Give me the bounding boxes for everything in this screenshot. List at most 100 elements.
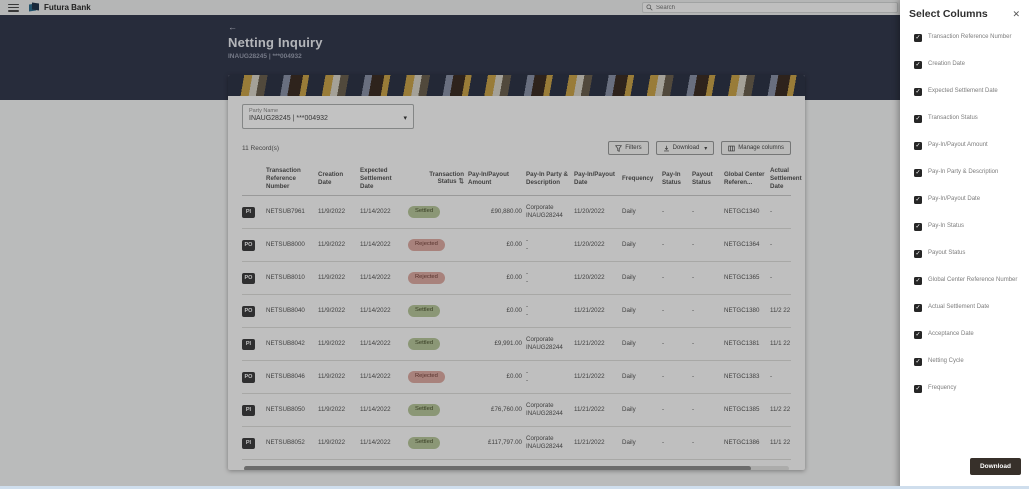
page-title: Netting Inquiry bbox=[228, 35, 323, 50]
amount-cell: £90,880.00 bbox=[468, 208, 522, 216]
back-arrow-icon[interactable]: ← bbox=[228, 22, 323, 32]
payin-status-cell: - bbox=[662, 241, 688, 249]
chevron-down-icon: ▾ bbox=[704, 145, 707, 152]
column-checkbox[interactable]: ✓ bbox=[914, 169, 922, 177]
table-header-cell: Expected Settlement Date bbox=[360, 167, 404, 190]
actual-settlement-date: 11/2 22 bbox=[770, 406, 805, 414]
download-button[interactable]: Download ▾ bbox=[656, 141, 715, 155]
table-row[interactable]: PI NETSUB8042 11/9/2022 11/14/2022 Settl… bbox=[242, 328, 791, 361]
payin-payout-date: 11/21/2022 bbox=[574, 307, 618, 315]
payout-status-cell: - bbox=[692, 241, 720, 249]
payin-payout-date: 11/20/2022 bbox=[574, 208, 618, 216]
column-checkbox-item[interactable]: ✓ Actual Settlement Date bbox=[914, 304, 1020, 312]
transaction-reference[interactable]: NETSUB8046 bbox=[266, 373, 314, 381]
menu-icon[interactable] bbox=[8, 4, 19, 12]
global-center-reference: NETGC1340 bbox=[724, 208, 766, 216]
panel-download-button[interactable]: Download bbox=[970, 458, 1021, 475]
table-row[interactable]: PI NETSUB8050 11/9/2022 11/14/2022 Settl… bbox=[242, 394, 791, 427]
filters-button[interactable]: Filters bbox=[608, 141, 648, 155]
sort-icon[interactable]: ⇅ bbox=[459, 178, 464, 185]
table-row[interactable]: PI NETSUB7961 11/9/2022 11/14/2022 Settl… bbox=[242, 196, 791, 229]
table-header-cell: Transaction Status⇅ bbox=[408, 171, 464, 187]
party-name-cell: Corporate bbox=[526, 204, 570, 212]
column-checkbox[interactable]: ✓ bbox=[914, 331, 922, 339]
column-checkbox-item[interactable]: ✓ Acceptance Date bbox=[914, 331, 1020, 339]
manage-columns-button[interactable]: Manage columns bbox=[721, 141, 791, 155]
column-checkbox-item[interactable]: ✓ Frequency bbox=[914, 385, 1020, 393]
table-row[interactable]: PO NETSUB8046 11/9/2022 11/14/2022 Rejec… bbox=[242, 361, 791, 394]
party-name-cell: - bbox=[526, 369, 570, 377]
creation-date: 11/9/2022 bbox=[318, 274, 356, 282]
horizontal-scrollbar[interactable] bbox=[244, 466, 789, 470]
payin-payout-date: 11/21/2022 bbox=[574, 340, 618, 348]
column-checkbox[interactable]: ✓ bbox=[914, 223, 922, 231]
actual-settlement-date: - bbox=[770, 208, 805, 216]
table-header: Transaction Reference NumberCreation Dat… bbox=[242, 163, 791, 196]
column-checkbox-item[interactable]: ✓ Pay-In/Payout Amount bbox=[914, 142, 1020, 150]
table-row[interactable]: PO NETSUB8000 11/9/2022 11/14/2022 Rejec… bbox=[242, 229, 791, 262]
table-row[interactable]: PI NETSUB8052 11/9/2022 11/14/2022 Settl… bbox=[242, 427, 791, 460]
table-row[interactable]: PO NETSUB8040 11/9/2022 11/14/2022 Settl… bbox=[242, 295, 791, 328]
transaction-reference[interactable]: NETSUB8042 bbox=[266, 340, 314, 348]
column-checkbox[interactable]: ✓ bbox=[914, 385, 922, 393]
creation-date: 11/9/2022 bbox=[318, 307, 356, 315]
column-checkbox-item[interactable]: ✓ Creation Date bbox=[914, 61, 1020, 69]
column-checkbox[interactable]: ✓ bbox=[914, 142, 922, 150]
direction-badge: PO bbox=[242, 372, 255, 383]
frequency-cell: Daily bbox=[622, 307, 658, 315]
column-checkbox-label: Payout Status bbox=[928, 250, 965, 257]
column-checkbox[interactable]: ✓ bbox=[914, 358, 922, 366]
column-checkbox-item[interactable]: ✓ Transaction Status bbox=[914, 115, 1020, 123]
transaction-reference[interactable]: NETSUB7961 bbox=[266, 208, 314, 216]
party-name-select[interactable]: Party Name INAUG28245 | ***004932 ▾ bbox=[242, 104, 414, 129]
search-box[interactable] bbox=[642, 2, 898, 13]
payin-status-cell: - bbox=[662, 307, 688, 315]
frequency-cell: Daily bbox=[622, 274, 658, 282]
transaction-reference[interactable]: NETSUB8010 bbox=[266, 274, 314, 282]
amount-cell: £117,797.00 bbox=[468, 439, 522, 447]
party-name-cell: - bbox=[526, 303, 570, 311]
column-checkbox[interactable]: ✓ bbox=[914, 88, 922, 96]
column-checkbox-item[interactable]: ✓ Expected Settlement Date bbox=[914, 88, 1020, 96]
table-header-cell: Actual Settlement Date bbox=[770, 167, 805, 190]
status-badge: Rejected bbox=[408, 272, 445, 284]
column-checkbox[interactable]: ✓ bbox=[914, 196, 922, 204]
table-row[interactable]: PO NETSUB8010 11/9/2022 11/14/2022 Rejec… bbox=[242, 262, 791, 295]
table-header-cell: Pay-In Party & Description bbox=[526, 171, 570, 187]
close-icon[interactable]: ✕ bbox=[1012, 9, 1020, 20]
column-checkbox[interactable]: ✓ bbox=[914, 304, 922, 312]
column-checkbox[interactable]: ✓ bbox=[914, 34, 922, 42]
expected-settlement-date: 11/14/2022 bbox=[360, 340, 404, 348]
column-checkbox[interactable]: ✓ bbox=[914, 115, 922, 123]
column-checkbox[interactable]: ✓ bbox=[914, 277, 922, 285]
column-checkbox-label: Transaction Status bbox=[928, 115, 978, 122]
transaction-reference[interactable]: NETSUB8052 bbox=[266, 439, 314, 447]
creation-date: 11/9/2022 bbox=[318, 439, 356, 447]
column-checkbox-item[interactable]: ✓ Netting Cycle bbox=[914, 358, 1020, 366]
table-header-cell: Transaction Reference Number bbox=[266, 167, 314, 190]
payin-payout-date: 11/20/2022 bbox=[574, 241, 618, 249]
transaction-reference[interactable]: NETSUB8040 bbox=[266, 307, 314, 315]
column-checkbox-item[interactable]: ✓ Pay-In Status bbox=[914, 223, 1020, 231]
column-checkbox[interactable]: ✓ bbox=[914, 250, 922, 258]
party-name-cell: Corporate bbox=[526, 336, 570, 344]
column-checkbox-item[interactable]: ✓ Payout Status bbox=[914, 250, 1020, 258]
transaction-reference[interactable]: NETSUB8050 bbox=[266, 406, 314, 414]
column-checkbox-item[interactable]: ✓ Pay-In Party & Description bbox=[914, 169, 1020, 177]
bank-logo-icon bbox=[29, 3, 39, 12]
column-checkbox-label: Global Center Reference Number bbox=[928, 277, 1017, 284]
column-checkbox-item[interactable]: ✓ Global Center Reference Number bbox=[914, 277, 1020, 285]
column-checkbox-list: ✓ Transaction Reference Number ✓ Creatio… bbox=[900, 26, 1029, 393]
transaction-reference[interactable]: NETSUB8000 bbox=[266, 241, 314, 249]
column-checkbox-label: Actual Settlement Date bbox=[928, 304, 989, 311]
search-input[interactable] bbox=[656, 5, 876, 11]
actual-settlement-date: 11/1 22 bbox=[770, 439, 805, 447]
expected-settlement-date: 11/14/2022 bbox=[360, 406, 404, 414]
table-body: PI NETSUB7961 11/9/2022 11/14/2022 Settl… bbox=[242, 196, 791, 460]
party-name-cell: - bbox=[526, 237, 570, 245]
scrollbar-thumb[interactable] bbox=[244, 466, 751, 470]
column-checkbox-item[interactable]: ✓ Pay-In/Payout Date bbox=[914, 196, 1020, 204]
column-checkbox-item[interactable]: ✓ Transaction Reference Number bbox=[914, 34, 1020, 42]
panel-title: Select Columns bbox=[909, 8, 988, 20]
column-checkbox[interactable]: ✓ bbox=[914, 61, 922, 69]
